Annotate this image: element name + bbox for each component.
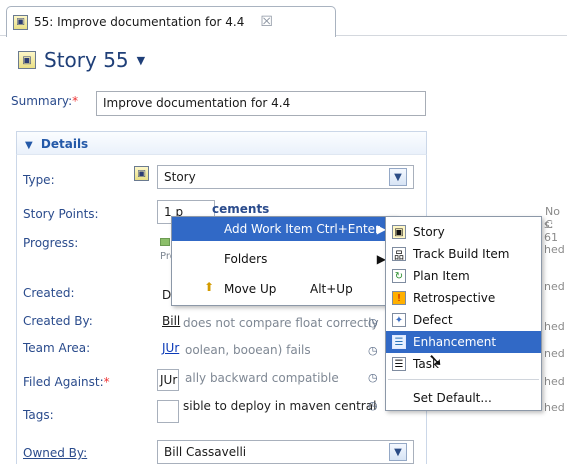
chevron-down-icon[interactable]: ▼	[389, 168, 407, 186]
chevron-down-icon[interactable]: ▼	[389, 443, 407, 461]
right-text: hed	[544, 320, 565, 333]
clock-icon: ◷	[368, 344, 378, 357]
context-menu-item-add-work-item[interactable]: Add Work Item Ctrl+Enter ▶	[172, 217, 396, 241]
context-menu-item-folders[interactable]: Folders ▶	[172, 247, 396, 271]
submenu-item-task[interactable]: ☰ Task	[386, 353, 541, 375]
clock-icon: ◷	[368, 399, 378, 412]
chevron-down-icon[interactable]: ▼	[137, 54, 145, 67]
submenu-item-defect[interactable]: ✦ Defect	[386, 309, 541, 331]
submenu-item-retrospective[interactable]: ! Retrospective	[386, 287, 541, 309]
context-menu: Add Work Item Ctrl+Enter ▶ Folders ▶ ⬆ M…	[171, 216, 397, 306]
progress-label: Progress:	[23, 236, 79, 250]
owned-by-value: Bill Cassavelli	[164, 445, 247, 459]
tab-bar: ▣ 55: Improve documentation for 4.4 ☒	[0, 0, 567, 37]
clock-icon: ◷	[368, 316, 378, 329]
background-row: ally backward compatible	[185, 371, 339, 385]
story-points-label: Story Points:	[23, 207, 99, 221]
tab-title: 55: Improve documentation for 4.4	[34, 15, 245, 29]
tags-input[interactable]	[157, 400, 179, 423]
team-area-label: Team Area:	[23, 341, 91, 355]
submenu-item-enhancement[interactable]: ☰ Enhancement	[386, 331, 541, 353]
created-by-link[interactable]: Bill	[162, 314, 180, 328]
submenu-item-track-build-item[interactable]: 品 Track Build Item	[386, 243, 541, 265]
mouse-pointer-icon: ➘	[428, 350, 444, 371]
task-icon: ☰	[392, 357, 406, 371]
context-menu-item-move-up[interactable]: ⬆ Move Up Alt+Up	[172, 277, 396, 301]
background-row: sible to deploy in maven central	[183, 399, 377, 413]
background-row: oolean, booean) fails	[185, 343, 311, 357]
chevron-down-icon: ▼	[25, 140, 33, 151]
editor-tab[interactable]: ▣ 55: Improve documentation for 4.4 ☒	[6, 6, 336, 37]
story-icon: ▣	[13, 14, 28, 30]
page-title: Story 55	[44, 48, 129, 72]
story-icon: ▣	[18, 51, 36, 69]
type-label: Type:	[23, 173, 55, 187]
defect-icon: ✦	[392, 313, 406, 327]
submenu-item-plan-item[interactable]: ↻ Plan Item	[386, 265, 541, 287]
background-row: does not compare float correctly	[183, 316, 379, 330]
type-value: Story	[164, 170, 196, 184]
plan-item-icon: ↻	[392, 269, 406, 283]
story-icon: ▣	[134, 166, 149, 181]
type-select[interactable]: Story ▼	[157, 165, 414, 189]
submenu-item-story[interactable]: ▣ Story	[386, 221, 541, 243]
filed-against-select[interactable]: JUr	[157, 369, 179, 391]
filed-against-label: Filed Against:*	[23, 375, 110, 389]
submenu-item-set-default[interactable]: Set Default...	[386, 387, 541, 409]
close-icon[interactable]: ☒	[260, 14, 273, 30]
clock-icon: ◷	[368, 371, 378, 384]
background-list-heading: cements	[212, 202, 270, 216]
retrospective-icon: !	[392, 291, 406, 305]
created-label: Created:	[23, 286, 75, 300]
created-by-label: Created By:	[23, 314, 93, 328]
submenu: ▣ Story 品 Track Build Item ↻ Plan Item !…	[385, 216, 542, 411]
context-menu-item-shortcut: Alt+Up	[310, 282, 353, 296]
right-text: hed	[544, 243, 565, 256]
owned-by-label: Owned By:	[23, 446, 88, 460]
tags-label: Tags:	[23, 408, 54, 422]
context-menu-item-label: Move Up	[224, 282, 277, 296]
details-title: Details	[40, 137, 89, 151]
right-text: hed	[544, 375, 565, 388]
track-build-icon: 品	[392, 247, 406, 262]
story-icon: ▣	[392, 225, 406, 239]
context-menu-item-label: Folders	[224, 252, 268, 266]
details-section-header[interactable]: ▼ Details	[16, 131, 427, 155]
submenu-separator	[388, 379, 539, 380]
progress-bar	[160, 238, 170, 246]
right-text: ned	[544, 347, 565, 360]
editor-header: ▣ Story 55 ▼	[18, 48, 145, 72]
summary-input[interactable]: Improve documentation for 4.4	[96, 91, 426, 116]
right-text: s: 61	[544, 218, 558, 244]
context-menu-item-label: Add Work Item Ctrl+Enter	[224, 222, 380, 236]
summary-label: Summary:*	[11, 94, 79, 108]
move-up-icon: ⬆	[204, 280, 215, 294]
right-text: hed	[544, 401, 565, 414]
right-text: ned	[544, 280, 565, 293]
owned-by-select[interactable]: Bill Cassavelli ▼	[157, 440, 414, 464]
team-area-link[interactable]: JUr	[162, 341, 179, 355]
enhancement-icon: ☰	[392, 335, 406, 349]
